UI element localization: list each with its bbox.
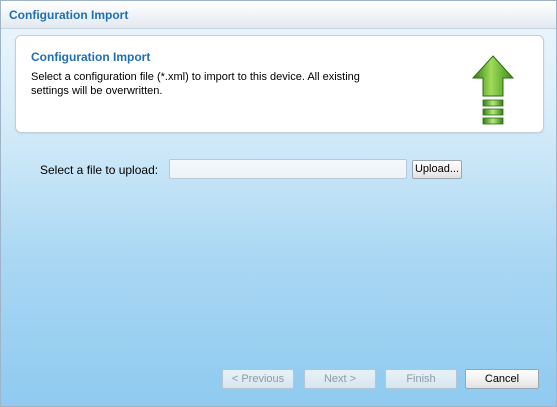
upload-button[interactable]: Upload... bbox=[412, 160, 462, 179]
next-button[interactable]: Next > bbox=[304, 369, 376, 389]
upload-arrow-icon bbox=[472, 55, 514, 125]
cancel-button[interactable]: Cancel bbox=[465, 369, 539, 389]
info-panel-heading: Configuration Import bbox=[31, 50, 151, 64]
title-bar: Configuration Import bbox=[1, 1, 556, 29]
info-panel-description: Select a configuration file (*.xml) to i… bbox=[31, 71, 360, 97]
file-upload-label: Select a file to upload: bbox=[40, 163, 159, 177]
configuration-import-window: Configuration Import Configuration Impor… bbox=[0, 0, 557, 407]
window-title: Configuration Import bbox=[9, 8, 129, 22]
info-panel: Configuration Import Select a configurat… bbox=[15, 35, 544, 133]
file-path-input[interactable] bbox=[169, 159, 407, 179]
finish-button[interactable]: Finish bbox=[385, 369, 457, 389]
previous-button[interactable]: < Previous bbox=[222, 369, 294, 389]
